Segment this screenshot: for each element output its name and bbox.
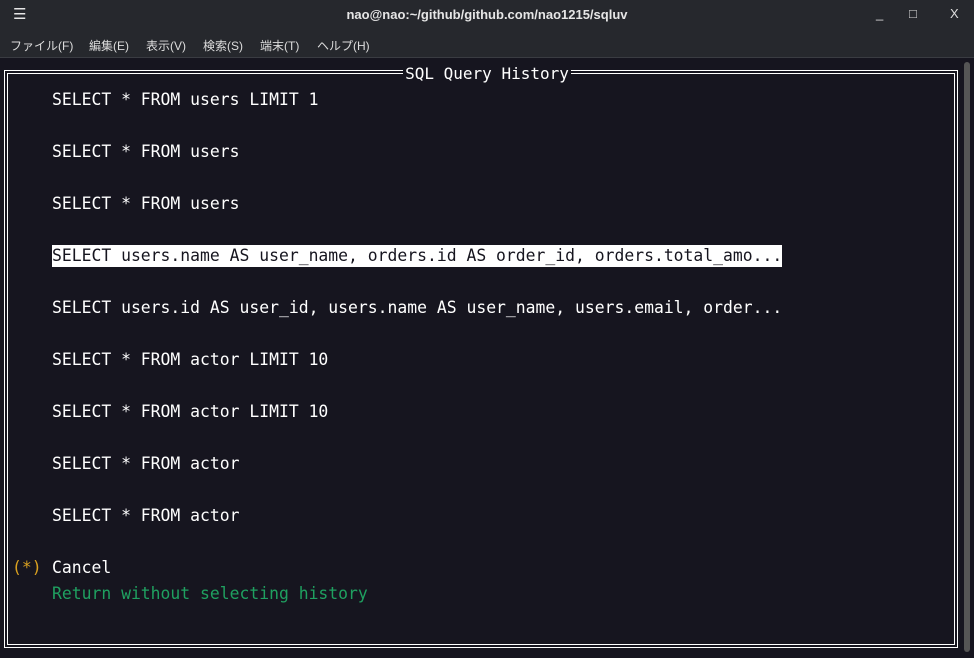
maximize-button[interactable]: □: [909, 6, 917, 21]
menu-bar: ファイル(F) 編集(E) 表示(V) 検索(S) 端末(T) ヘルプ(H): [0, 30, 974, 58]
menu-terminal[interactable]: 端末(T): [260, 37, 299, 54]
cancel-description: Return without selecting history: [52, 584, 368, 603]
menu-search[interactable]: 検索(S): [203, 37, 243, 54]
history-item[interactable]: SELECT * FROM actor: [52, 505, 240, 527]
cancel-marker: (*): [12, 558, 42, 577]
history-item[interactable]: SELECT * FROM actor: [52, 453, 240, 475]
window-title: nao@nao:~/github/github.com/nao1215/sqlu…: [346, 7, 628, 22]
menu-file[interactable]: ファイル(F): [10, 37, 73, 54]
history-item[interactable]: SELECT * FROM users: [52, 141, 240, 163]
history-item[interactable]: SELECT * FROM actor LIMIT 10: [52, 349, 328, 371]
minimize-button[interactable]: _: [876, 6, 883, 21]
history-item[interactable]: SELECT * FROM actor LIMIT 10: [52, 401, 328, 423]
menu-edit[interactable]: 編集(E): [89, 37, 129, 54]
menu-help[interactable]: ヘルプ(H): [317, 37, 370, 54]
history-item[interactable]: SELECT * FROM users: [52, 193, 240, 215]
history-item[interactable]: SELECT users.id AS user_id, users.name A…: [52, 297, 782, 319]
title-bar: ☰ nao@nao:~/github/github.com/nao1215/sq…: [0, 0, 974, 30]
menu-view[interactable]: 表示(V): [146, 37, 186, 54]
close-button[interactable]: X: [950, 6, 959, 21]
history-item[interactable]: SELECT * FROM users LIMIT 1: [52, 89, 318, 111]
dialog-title: SQL Query History: [403, 64, 571, 83]
history-item[interactable]: SELECT users.name AS user_name, orders.i…: [52, 245, 783, 267]
scrollbar[interactable]: [964, 62, 970, 652]
cancel-option[interactable]: Cancel: [52, 557, 111, 579]
